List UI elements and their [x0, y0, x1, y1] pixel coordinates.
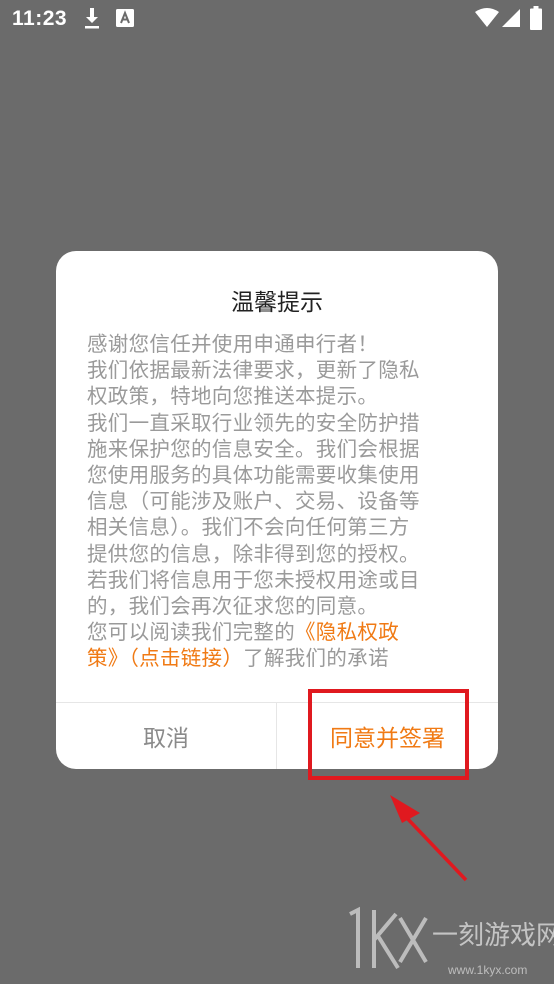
body-line: 感谢您信任并使用申通申行者！: [87, 332, 379, 356]
watermark-url: www.1kyx.com: [447, 963, 527, 977]
body-line: 策》（点击链接）了解我们的承诺: [87, 645, 469, 671]
a-icon: [116, 9, 134, 27]
body-line: 施来保护您的信息安全。我们会根据: [87, 436, 420, 461]
battery-icon: [530, 6, 542, 30]
link-prefix: 您可以阅读我们完整的: [87, 620, 295, 645]
highlight-box: [308, 689, 469, 780]
link-suffix: 了解我们的承诺: [243, 646, 389, 671]
body-line: 提供您的信息，除非得到您的授权。: [87, 541, 420, 566]
dialog-body: 感谢您信任并使用申通申行者！ 我们依据最新法律要求，更新了隐私 权政策，特地向您…: [87, 331, 469, 672]
body-line: 我们依据最新法律要求，更新了隐私: [87, 358, 420, 383]
wifi-icon: [475, 8, 499, 27]
body-line: 我们一直采取行业领先的安全防护措: [87, 410, 420, 435]
privacy-policy-link-cont[interactable]: 策》（点击链接）: [87, 646, 243, 670]
cancel-button[interactable]: 取消: [56, 703, 276, 769]
dialog-title: 温馨提示: [231, 290, 323, 316]
status-time: 11:23: [12, 7, 68, 30]
body-line: 若我们将信息用于您未授权用途或目: [87, 567, 420, 592]
signal-icon: [502, 9, 520, 27]
body-line: 相关信息）。我们不会向任何第三方: [87, 515, 410, 540]
privacy-policy-link[interactable]: 《隐私权政: [295, 620, 399, 644]
status-bar: 11:23: [0, 0, 554, 38]
body-line: 权政策，特地向您推送本提示。: [87, 384, 379, 409]
body-line: 您可以阅读我们完整的《隐私权政: [87, 619, 469, 645]
body-line: 的，我们会再次征求您的同意。: [87, 594, 379, 619]
body-line: 信息（可能涉及账户、交易、设备等: [87, 489, 420, 514]
watermark-site-name: 一刻游戏网: [432, 920, 554, 950]
body-line: 您使用服务的具体功能需要收集使用: [87, 463, 420, 488]
watermark-logo: 一刻游戏网 www.1kyx.com: [349, 906, 554, 977]
download-icon: [85, 8, 99, 29]
red-arrow-annotation: [390, 795, 468, 882]
